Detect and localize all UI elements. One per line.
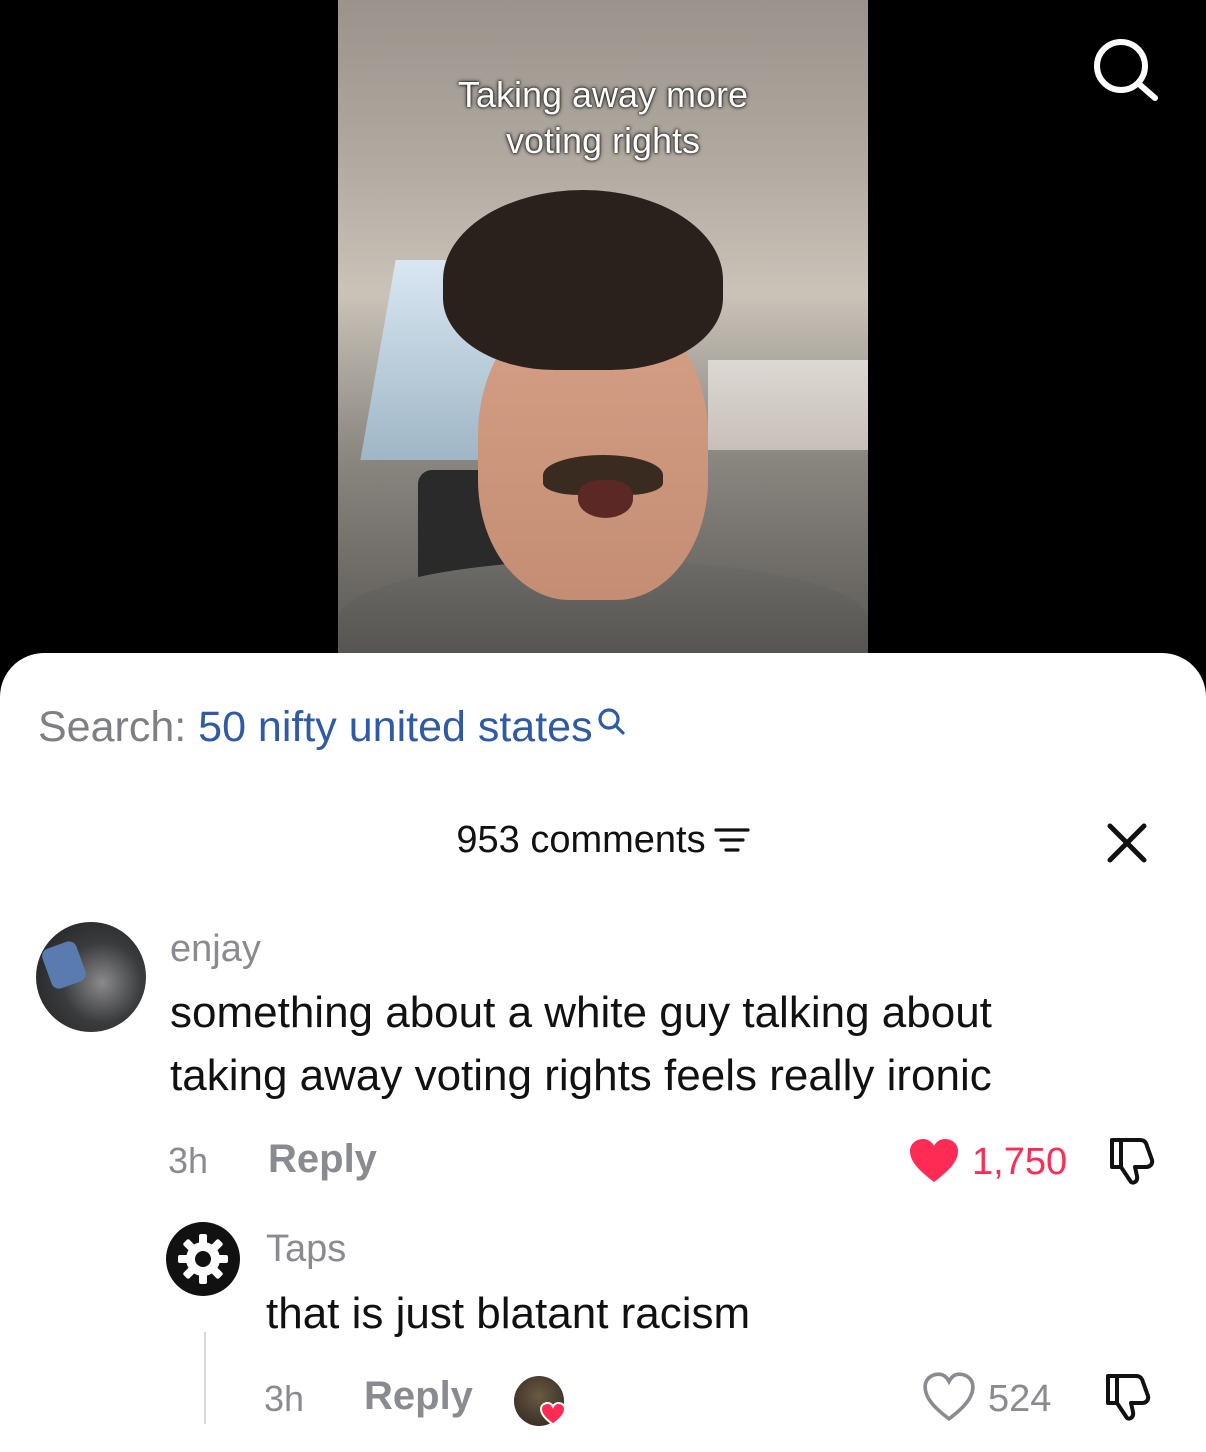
like-count: 524 — [988, 1378, 1052, 1420]
comment-username[interactable]: Taps — [266, 1228, 346, 1271]
close-icon[interactable] — [1102, 818, 1152, 868]
comment-timestamp: 3h — [168, 1140, 209, 1181]
sort-filter-icon[interactable] — [714, 826, 750, 854]
video-person-hair — [443, 190, 723, 370]
comment-timestamp: 3h — [264, 1378, 305, 1419]
dislike-icon[interactable] — [1104, 1134, 1158, 1188]
search-suggestion-prefix: Search: — [38, 703, 187, 751]
heart-badge-icon — [540, 1402, 566, 1426]
search-suggestion-term[interactable]: 50 nifty united states — [198, 703, 592, 751]
comment-username[interactable]: enjay — [170, 928, 261, 971]
caption-line-2: voting rights — [505, 120, 701, 161]
search-icon[interactable] — [1085, 36, 1165, 104]
reply-button[interactable]: Reply — [364, 1374, 473, 1419]
caption-line-1: Taking away more — [457, 74, 749, 115]
heart-filled-icon[interactable] — [908, 1138, 960, 1184]
gear-icon — [178, 1234, 228, 1284]
video-background-rear-window — [708, 360, 868, 450]
video-caption: Taking away more voting rights — [338, 72, 868, 164]
avatar[interactable] — [36, 922, 146, 1032]
video-person-mouth — [578, 480, 633, 518]
comments-header: 953 comments — [0, 815, 1206, 865]
creator-liked-avatar — [514, 1376, 566, 1426]
avatar-detail — [39, 939, 89, 991]
comment-text: something about a white guy talking abou… — [170, 981, 992, 1107]
reply-button[interactable]: Reply — [268, 1137, 377, 1182]
like-count: 1,750 — [972, 1141, 1068, 1183]
dislike-icon[interactable] — [1100, 1370, 1154, 1424]
comment-text-line-1: something about a white guy talking abou… — [170, 988, 992, 1037]
video-player[interactable]: Taking away more voting rights — [0, 0, 1206, 680]
search-icon — [597, 708, 625, 735]
thread-line — [204, 1332, 206, 1424]
video-frame[interactable]: Taking away more voting rights — [338, 0, 868, 653]
comment-text: that is just blatant racism — [266, 1289, 751, 1338]
comment-text-line-2: taking away voting rights feels really i… — [170, 1051, 992, 1100]
heart-outline-icon[interactable] — [922, 1372, 976, 1422]
comments-count: 953 comments — [456, 819, 706, 861]
search-suggestion[interactable]: Search: 50 nifty united states — [38, 700, 627, 754]
